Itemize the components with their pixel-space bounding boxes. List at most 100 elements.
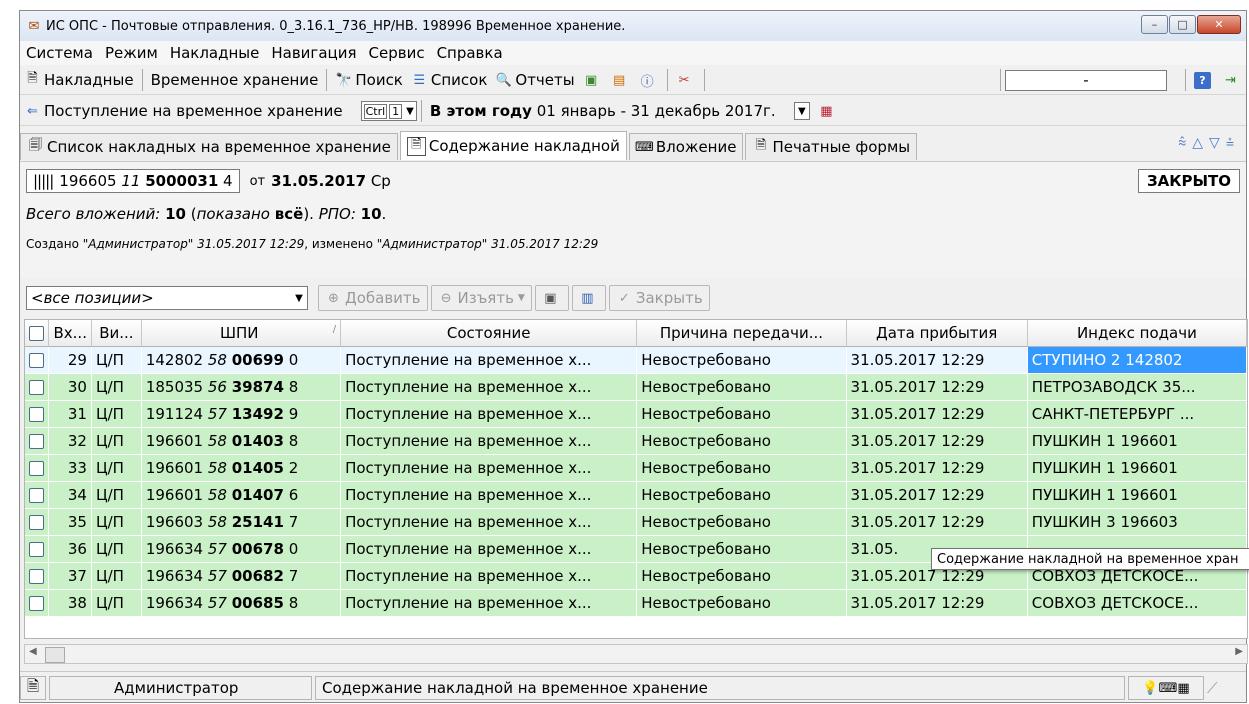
maximize-button[interactable]: □ xyxy=(1169,15,1196,34)
toolbar-field[interactable]: - xyxy=(1005,69,1167,91)
menu-system[interactable]: Система xyxy=(20,44,99,62)
menu-navigation[interactable]: Навигация xyxy=(265,44,362,62)
select-all-checkbox[interactable] xyxy=(25,320,50,347)
tab-attachment[interactable]: ⌨ Вложение xyxy=(628,133,744,160)
row-checkbox[interactable] xyxy=(25,454,50,482)
totals-line: Всего вложений: 10 (показано всё). РПО: … xyxy=(26,205,387,223)
storage-button[interactable]: Временное хранение xyxy=(147,71,323,89)
rpo-label: РПО: xyxy=(318,205,356,223)
menu-service[interactable]: Сервис xyxy=(363,44,431,62)
column-header[interactable]: Вх... xyxy=(48,320,92,347)
positions-value: <все позиции> xyxy=(31,289,154,307)
archive-button[interactable]: ▤ xyxy=(607,72,635,89)
column-header[interactable]: ШПИ / xyxy=(141,320,342,347)
close-button[interactable]: ✕ xyxy=(1197,15,1241,34)
tab-label: Список накладных на временное хранение xyxy=(47,138,391,156)
up-icon[interactable]: △ xyxy=(1192,135,1209,151)
table-row[interactable]: 38 Ц/П 196634 57 00685 8 Поступление на вре… xyxy=(25,589,1247,617)
row-checkbox[interactable] xyxy=(25,508,50,536)
info-button[interactable]: ⓘ xyxy=(635,72,663,90)
scroll-right-icon[interactable]: ▶ xyxy=(1235,646,1243,657)
menu-invoices[interactable]: Накладные xyxy=(164,44,266,62)
separator xyxy=(703,69,705,91)
hotkey-selector[interactable]: Ctrl 1 ▼ xyxy=(360,101,417,121)
columns-button[interactable]: ▥ xyxy=(571,285,606,311)
columns-icon: ▥ xyxy=(581,290,594,306)
menu-mode[interactable]: Режим xyxy=(99,44,164,62)
column-header[interactable]: Причина передачи... xyxy=(636,320,847,347)
row-checkbox[interactable] xyxy=(25,400,50,428)
column-header[interactable]: Индекс подачи xyxy=(1027,320,1247,347)
tracking-d: 2 xyxy=(288,459,299,477)
column-header[interactable]: Ви... xyxy=(91,320,142,347)
cell-state: Поступление на временное х... xyxy=(340,400,638,428)
remove-button[interactable]: ⊖ Изъять ▼ xyxy=(430,285,532,311)
window-title: ИС ОПС - Почтовые отправления. 0_3.16.1_… xyxy=(46,18,626,34)
cell-number: 32 xyxy=(48,427,92,455)
table-row[interactable]: 35 Ц/П 196603 58 25141 7 Поступление на вре… xyxy=(25,508,1247,536)
cell-index: ПУШКИН 1 196601 xyxy=(1027,454,1247,482)
tab-invoice-list[interactable]: 🗐 Список накладных на временное хранение xyxy=(20,133,398,160)
down-icon[interactable]: ▽ xyxy=(1209,135,1226,151)
tracking-d: 0 xyxy=(288,351,299,369)
print-button[interactable]: ▣ xyxy=(534,285,569,311)
horizontal-scrollbar[interactable]: ◀ ▶ xyxy=(24,644,1248,664)
close-invoice-button[interactable]: ✓ Закрыть xyxy=(608,285,710,311)
cell-reason: Невостребовано xyxy=(636,373,847,401)
binoculars-icon: 🔭 xyxy=(335,72,352,88)
row-checkbox[interactable] xyxy=(25,481,50,509)
tab-print-forms[interactable]: 🗎 Печатные формы xyxy=(745,133,918,160)
check-icon: ✓ xyxy=(618,290,630,306)
help-button[interactable]: ? xyxy=(1190,71,1218,89)
tracking-a: 185035 xyxy=(145,378,204,396)
row-checkbox[interactable] xyxy=(25,346,50,374)
add-button[interactable]: ⊕ Добавить xyxy=(318,285,428,311)
period-bold: В этом году xyxy=(429,102,532,120)
close-label: Закрыть xyxy=(635,289,703,307)
print-preview-button[interactable]: ▣ xyxy=(579,72,607,89)
resize-grip-icon[interactable]: ⟋ xyxy=(1207,679,1218,697)
table-row[interactable]: 31 Ц/П 191124 57 13492 9 Поступление на вре… xyxy=(25,400,1247,428)
row-checkbox[interactable] xyxy=(25,427,50,455)
settings-button[interactable]: ✂ xyxy=(672,72,700,89)
search-button[interactable]: 🔭 Поиск xyxy=(331,71,407,89)
list-button[interactable]: ☰ Список xyxy=(407,71,492,89)
exit-button[interactable]: ⇥ xyxy=(1218,72,1246,89)
scroll-left-icon[interactable]: ◀ xyxy=(29,646,37,657)
separator xyxy=(1000,69,1001,91)
tools-icon: ✂ xyxy=(678,72,690,88)
reports-button[interactable]: 🔍 Отчеты xyxy=(491,71,578,89)
positions-select[interactable]: <все позиции> ▼ xyxy=(26,286,308,310)
separator xyxy=(1185,69,1186,91)
column-header[interactable]: Дата прибытия xyxy=(846,320,1028,347)
calendar-button[interactable]: ▦ xyxy=(814,103,842,120)
chevron-down-icon[interactable]: ▼ xyxy=(793,102,810,120)
row-checkbox[interactable] xyxy=(25,589,50,617)
cell-date: 31.05.2017 12:29 xyxy=(846,454,1028,482)
minimize-button[interactable]: – xyxy=(1141,15,1168,34)
invoice-num-suffix: 4 xyxy=(223,172,233,190)
row-checkbox[interactable] xyxy=(25,562,50,590)
scroll-thumb[interactable] xyxy=(45,647,65,663)
window-controls: – □ ✕ xyxy=(1141,15,1241,34)
tracking-a: 196601 xyxy=(145,486,204,504)
row-checkbox[interactable] xyxy=(25,535,50,563)
table-row[interactable]: 30 Ц/П 185035 56 39874 8 Поступление на вре… xyxy=(25,373,1247,401)
mode-selector[interactable]: ⇐ Поступление на временное хранение xyxy=(20,102,347,120)
shown-label: показано xyxy=(196,205,270,223)
tab-invoice-content[interactable]: 🗎 Содержание накладной xyxy=(399,131,627,160)
first-icon[interactable]: ⩯ xyxy=(1178,135,1192,151)
table-row[interactable]: 32 Ц/П 196601 58 01403 8 Поступление на вре… xyxy=(25,427,1247,455)
total-value: 10 xyxy=(165,205,186,223)
invoice-info-panel: ||||| 196605 11 5000031 4 от 31.05.2017 … xyxy=(20,161,1246,278)
menu-help[interactable]: Справка xyxy=(431,44,509,62)
column-header[interactable]: Состояние xyxy=(340,320,638,347)
period-selector[interactable]: В этом году 01 январь - 31 декабрь 2017г… xyxy=(426,102,814,120)
row-checkbox[interactable] xyxy=(25,373,50,401)
table-row[interactable]: 33 Ц/П 196601 58 01405 2 Поступление на вре… xyxy=(25,454,1247,482)
table-row[interactable]: 34 Ц/П 196601 58 01407 6 Поступление на вре… xyxy=(25,481,1247,509)
table-row[interactable]: 29 Ц/П 142802 58 00699 0 Поступление на вре… xyxy=(25,346,1247,374)
invoices-button[interactable]: 🗎 Накладные xyxy=(20,71,138,89)
last-icon[interactable]: ⩮ xyxy=(1226,135,1240,151)
status-message: Содержание накладной на временное хранен… xyxy=(315,676,1125,700)
